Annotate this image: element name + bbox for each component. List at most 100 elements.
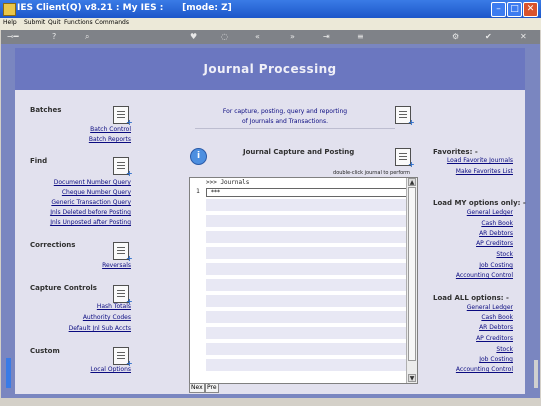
authority-codes-link[interactable]: Authority Codes bbox=[83, 314, 131, 321]
close-button[interactable]: ✕ bbox=[523, 2, 538, 17]
scroll-down-icon[interactable]: ▼ bbox=[408, 374, 416, 382]
my-general-ledger-link[interactable]: General Ledger bbox=[467, 209, 513, 216]
back-icon[interactable]: « bbox=[255, 31, 260, 43]
forward-icon[interactable]: » bbox=[290, 31, 295, 43]
document-number-query-link[interactable]: Document Number Query bbox=[54, 179, 131, 186]
minimize-button[interactable]: – bbox=[491, 2, 506, 17]
table-row[interactable] bbox=[206, 359, 408, 371]
intro-line-2: of Journals and Transactions. bbox=[241, 118, 329, 125]
jnls-unposted-link[interactable]: Jnls Unposted after Posting bbox=[50, 219, 131, 226]
grid-scrollbar[interactable]: ▲ ▼ bbox=[406, 178, 417, 383]
journals-grid: >>> Journals 1 *** ▲ ▼ bbox=[189, 177, 418, 384]
local-options-link[interactable]: Local Options bbox=[90, 366, 131, 373]
table-row[interactable]: *** bbox=[206, 188, 410, 197]
reversals-link[interactable]: Reversals bbox=[102, 262, 131, 269]
batches-heading: Batches bbox=[30, 106, 62, 114]
table-row[interactable] bbox=[206, 279, 408, 291]
exit-icon[interactable]: ⇥ bbox=[323, 31, 330, 43]
custom-doc-icon: + bbox=[113, 347, 133, 368]
load-all-heading: Load ALL options: - bbox=[433, 294, 509, 302]
find-doc-icon: + bbox=[113, 157, 133, 178]
my-job-costing-link[interactable]: Job Costing bbox=[479, 262, 513, 269]
section-title: Journal Capture and Posting bbox=[243, 148, 355, 156]
list-icon[interactable]: ≡ bbox=[357, 31, 364, 43]
key-icon[interactable]: ⊸━ bbox=[7, 31, 19, 43]
check-icon[interactable]: ✔ bbox=[485, 31, 492, 43]
table-row[interactable] bbox=[206, 231, 408, 243]
heart-icon[interactable]: ♥ bbox=[190, 31, 197, 43]
favorites-heading: Favorites: - bbox=[433, 148, 478, 156]
batch-control-link[interactable]: Batch Control bbox=[90, 126, 131, 133]
all-cash-book-link[interactable]: Cash Book bbox=[481, 314, 513, 321]
search-icon[interactable]: ⌕ bbox=[85, 31, 89, 43]
my-stock-link[interactable]: Stock bbox=[496, 251, 513, 258]
capture-controls-heading: Capture Controls bbox=[30, 284, 97, 292]
all-ap-creditors-link[interactable]: AP Creditors bbox=[476, 335, 513, 342]
next-button[interactable]: Nex bbox=[189, 383, 205, 393]
grid-hint: double-click journal to perform bbox=[333, 170, 410, 176]
table-row[interactable] bbox=[206, 215, 408, 227]
all-ar-debtors-link[interactable]: AR Debtors bbox=[479, 324, 513, 331]
my-ar-debtors-link[interactable]: AR Debtors bbox=[479, 230, 513, 237]
help-icon[interactable]: ? bbox=[52, 31, 56, 43]
prev-button[interactable]: Pre bbox=[205, 383, 219, 393]
page-title: Journal Processing bbox=[203, 62, 337, 76]
cancel-icon[interactable]: ✕ bbox=[520, 31, 527, 43]
all-accounting-control-link[interactable]: Accounting Control bbox=[456, 366, 513, 373]
scroll-up-icon[interactable]: ▲ bbox=[408, 178, 416, 186]
toolbar: ⊸━ ? ⌕ ♥ ◌ « » ⇥ ≡ ⚙ ✔ ✕ bbox=[1, 30, 540, 44]
menu-quit[interactable]: Quit bbox=[48, 19, 61, 26]
all-job-costing-link[interactable]: Job Costing bbox=[479, 356, 513, 363]
make-favorites-list-link[interactable]: Make Favorites List bbox=[456, 168, 513, 175]
refresh-icon[interactable]: ◌ bbox=[221, 31, 228, 43]
my-ap-creditors-link[interactable]: AP Creditors bbox=[476, 240, 513, 247]
table-row[interactable] bbox=[206, 247, 408, 259]
settings-icon[interactable]: ⚙ bbox=[452, 31, 459, 43]
app-icon bbox=[3, 3, 16, 16]
intro-doc-icon: + bbox=[395, 106, 415, 127]
menu-functions[interactable]: Functions bbox=[64, 19, 93, 26]
intro-line-1: For capture, posting, query and reportin… bbox=[222, 108, 348, 115]
window-scrollbar[interactable] bbox=[534, 360, 538, 388]
menu-bar: Help Submit Quit Functions Commands bbox=[0, 18, 541, 30]
default-jnl-sub-accts-link[interactable]: Default Jnl Sub Accts bbox=[69, 325, 131, 332]
table-row[interactable] bbox=[206, 343, 408, 355]
my-accounting-control-link[interactable]: Accounting Control bbox=[456, 272, 513, 279]
intro-divider bbox=[195, 128, 395, 129]
scroll-thumb[interactable] bbox=[408, 187, 416, 361]
generic-transaction-query-link[interactable]: Generic Transaction Query bbox=[51, 199, 131, 206]
table-row[interactable] bbox=[206, 199, 408, 211]
menu-submit[interactable]: Submit bbox=[24, 19, 45, 26]
row-number: 1 bbox=[196, 188, 200, 195]
batch-reports-link[interactable]: Batch Reports bbox=[89, 136, 131, 143]
table-row[interactable] bbox=[206, 263, 408, 275]
row-value: *** bbox=[211, 189, 220, 196]
load-favorite-journals-link[interactable]: Load Favorite Journals bbox=[447, 157, 513, 164]
all-general-ledger-link[interactable]: General Ledger bbox=[467, 304, 513, 311]
table-row[interactable] bbox=[206, 311, 408, 323]
all-stock-link[interactable]: Stock bbox=[496, 346, 513, 353]
cheque-number-query-link[interactable]: Cheque Number Query bbox=[62, 189, 131, 196]
page-banner: Journal Processing bbox=[15, 48, 525, 90]
corrections-doc-icon: + bbox=[113, 242, 133, 263]
load-my-heading: Load MY options only: - bbox=[433, 199, 526, 207]
menu-help[interactable]: Help bbox=[3, 19, 17, 26]
app-window: IES Client(Q) v8.21 : My IES : [mode: Z]… bbox=[0, 0, 541, 406]
menu-commands[interactable]: Commands bbox=[95, 19, 129, 26]
custom-heading: Custom bbox=[30, 347, 60, 355]
jnls-deleted-link[interactable]: Jnls Deleted before Posting bbox=[50, 209, 131, 216]
title-bar: IES Client(Q) v8.21 : My IES : [mode: Z]… bbox=[0, 0, 541, 18]
capture-doc-icon[interactable]: + bbox=[395, 148, 415, 169]
grid-header: >>> Journals bbox=[206, 179, 250, 186]
batches-doc-icon: + bbox=[113, 106, 133, 127]
table-row[interactable] bbox=[206, 295, 408, 307]
hash-totals-link[interactable]: Hash Totals bbox=[97, 303, 131, 310]
capture-controls-doc-icon: + bbox=[113, 285, 133, 306]
maximize-button[interactable]: □ bbox=[507, 2, 522, 17]
corrections-heading: Corrections bbox=[30, 241, 76, 249]
window-title: IES Client(Q) v8.21 : My IES : [mode: Z] bbox=[17, 3, 232, 13]
find-heading: Find bbox=[30, 157, 48, 165]
table-row[interactable] bbox=[206, 327, 408, 339]
side-indicator bbox=[6, 358, 11, 388]
my-cash-book-link[interactable]: Cash Book bbox=[481, 220, 513, 227]
